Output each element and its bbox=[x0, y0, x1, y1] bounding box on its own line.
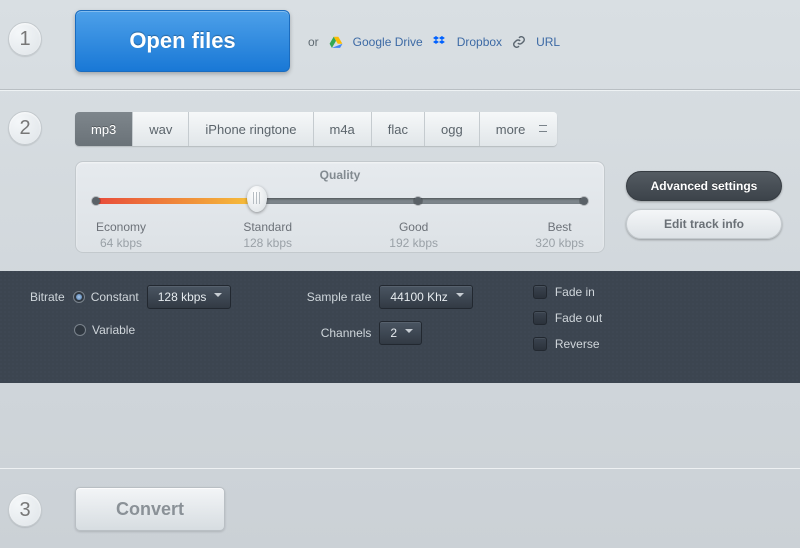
bitrate-label: Bitrate bbox=[30, 290, 65, 304]
convert-button[interactable]: Convert bbox=[75, 487, 225, 531]
tab-more[interactable]: more bbox=[480, 112, 558, 146]
dropbox-icon bbox=[432, 34, 448, 50]
slider-stop-best bbox=[580, 197, 588, 205]
link-icon bbox=[511, 34, 527, 50]
quality-label-economy: Economy64 kbps bbox=[96, 220, 146, 251]
step-2-settings: 2 mp3 wav iPhone ringtone m4a flac ogg m… bbox=[0, 90, 800, 382]
channels-label: Channels bbox=[291, 326, 371, 340]
tab-iphone-ringtone[interactable]: iPhone ringtone bbox=[189, 112, 313, 146]
cloud-source-row: or Google Drive Dropbox URL bbox=[308, 34, 560, 50]
quality-label-best: Best320 kbps bbox=[535, 220, 584, 251]
edit-track-info-button[interactable]: Edit track info bbox=[626, 209, 782, 239]
step-3-badge: 3 bbox=[8, 493, 42, 527]
quality-label-standard: Standard128 kbps bbox=[243, 220, 292, 251]
fade-in-checkbox[interactable]: Fade in bbox=[533, 285, 602, 299]
step-1-open-files: 1 Open files or Google Drive Dropbox URL bbox=[0, 0, 800, 90]
slider-handle[interactable] bbox=[247, 186, 267, 212]
advanced-panel: Bitrate Constant 128 kbps Variable Sampl… bbox=[0, 271, 800, 383]
dropbox-link[interactable]: Dropbox bbox=[457, 35, 502, 49]
tab-mp3[interactable]: mp3 bbox=[75, 112, 133, 146]
samplerate-label: Sample rate bbox=[291, 290, 371, 304]
channels-select[interactable]: 2 bbox=[379, 321, 422, 345]
url-link[interactable]: URL bbox=[536, 35, 560, 49]
step-2-badge: 2 bbox=[8, 111, 42, 145]
slider-stop-economy bbox=[92, 197, 100, 205]
or-label: or bbox=[308, 35, 319, 49]
quality-labels: Economy64 kbps Standard128 kbps Good192 … bbox=[96, 220, 584, 251]
bitrate-constant-radio[interactable]: Constant bbox=[73, 290, 139, 304]
slider-fill bbox=[96, 198, 257, 204]
bitrate-variable-radio[interactable]: Variable bbox=[74, 323, 135, 337]
reverse-checkbox[interactable]: Reverse bbox=[533, 337, 602, 351]
tab-m4a[interactable]: m4a bbox=[314, 112, 372, 146]
open-files-button[interactable]: Open files bbox=[75, 10, 290, 72]
quality-label-good: Good192 kbps bbox=[389, 220, 438, 251]
google-drive-icon bbox=[328, 34, 344, 50]
quality-slider[interactable] bbox=[96, 194, 584, 206]
bitrate-select[interactable]: 128 kbps bbox=[147, 285, 232, 309]
google-drive-link[interactable]: Google Drive bbox=[353, 35, 423, 49]
format-tabs: mp3 wav iPhone ringtone m4a flac ogg mor… bbox=[75, 112, 557, 146]
step-1-badge: 1 bbox=[8, 22, 42, 56]
samplerate-select[interactable]: 44100 Khz bbox=[379, 285, 472, 309]
step-3-convert: 3 Convert bbox=[0, 468, 800, 548]
advanced-settings-button[interactable]: Advanced settings bbox=[626, 171, 782, 201]
quality-panel: Quality Economy64 kbps Standard128 kbps … bbox=[75, 161, 605, 253]
fade-out-checkbox[interactable]: Fade out bbox=[533, 311, 602, 325]
quality-title: Quality bbox=[76, 162, 604, 182]
tab-flac[interactable]: flac bbox=[372, 112, 425, 146]
tab-wav[interactable]: wav bbox=[133, 112, 189, 146]
tab-ogg[interactable]: ogg bbox=[425, 112, 480, 146]
slider-stop-good bbox=[414, 197, 422, 205]
